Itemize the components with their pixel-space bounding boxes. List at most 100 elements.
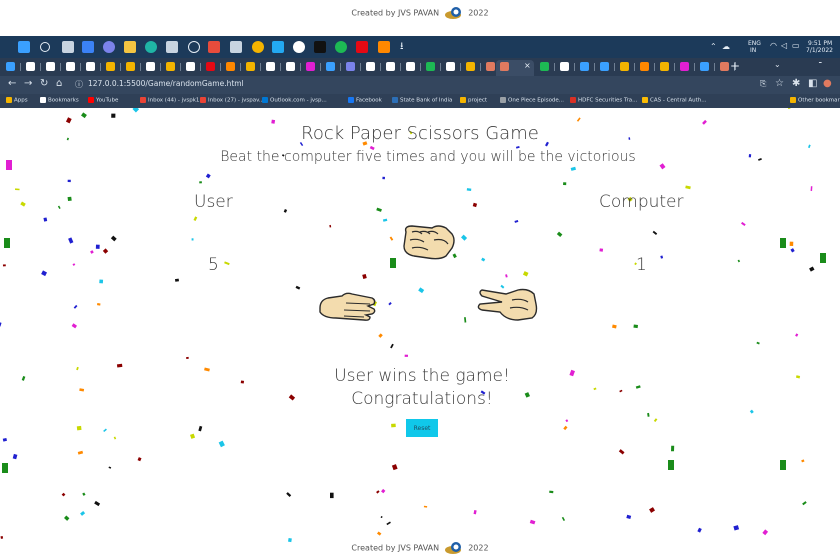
clock-time[interactable]: 9:51 PM — [808, 40, 832, 47]
clock-icon[interactable] — [188, 41, 200, 53]
netflix-icon[interactable] — [356, 41, 368, 53]
tab-favicon-icon[interactable] — [466, 62, 475, 71]
photos-icon[interactable] — [230, 41, 242, 53]
tab-separator — [574, 63, 575, 71]
download-icon[interactable]: ⭳ — [400, 41, 412, 53]
tab-favicon-icon[interactable] — [620, 62, 629, 71]
tab-favicon-icon[interactable] — [640, 62, 649, 71]
task-view-icon[interactable] — [62, 41, 74, 53]
tab-favicon-icon[interactable] — [146, 62, 155, 71]
file-explorer-icon[interactable] — [82, 41, 94, 53]
reset-button[interactable]: Reset — [406, 419, 438, 437]
tab-search-icon[interactable]: ⌄ — [774, 60, 781, 69]
tab-favicon-icon[interactable] — [186, 62, 195, 71]
tab-favicon-icon[interactable] — [426, 62, 435, 71]
close-tab-icon[interactable]: × — [524, 61, 531, 70]
profile-avatar[interactable]: ● — [823, 78, 832, 89]
tab-favicon-icon[interactable] — [720, 62, 729, 71]
search-icon[interactable] — [40, 42, 50, 52]
vscode-icon[interactable] — [272, 41, 284, 53]
window-controls-icon[interactable]: ⁃ — [818, 59, 823, 69]
bookmark-item[interactable]: Facebook — [348, 97, 382, 104]
language-bottom[interactable]: IN — [750, 47, 756, 54]
tab-favicon-icon[interactable] — [6, 62, 15, 71]
bookmark-item[interactable]: Outlook.com - jvsp... — [262, 97, 327, 104]
tab-favicon-icon[interactable] — [366, 62, 375, 71]
back-icon[interactable]: ← — [8, 78, 16, 89]
share-icon[interactable]: ⎘ — [760, 79, 766, 89]
reload-icon[interactable]: ↻ — [40, 78, 48, 89]
tab-favicon-icon[interactable] — [700, 62, 709, 71]
bookmark-item[interactable]: Apps — [6, 97, 28, 104]
tab-favicon-icon[interactable] — [26, 62, 35, 71]
confetti-layer — [0, 108, 826, 543]
onedrive-icon[interactable]: ☁ — [722, 43, 730, 51]
tab-favicon-icon[interactable] — [560, 62, 569, 71]
terminal-icon[interactable] — [314, 41, 326, 53]
tab-favicon-icon[interactable] — [580, 62, 589, 71]
spotify-icon[interactable] — [335, 41, 347, 53]
scissors-hand-icon[interactable] — [476, 284, 540, 324]
extensions-icon[interactable]: ✱ — [792, 78, 800, 89]
tab-favicon-icon[interactable] — [306, 62, 315, 71]
bookmark-item[interactable]: HDFC Securities Tra... — [570, 97, 637, 104]
chrome-icon[interactable] — [252, 41, 264, 53]
sidebar-icon[interactable]: ◧ — [808, 78, 817, 89]
edge-icon[interactable] — [145, 41, 157, 53]
windows-start-icon[interactable] — [18, 41, 30, 53]
tab-favicon-icon[interactable] — [660, 62, 669, 71]
tab-favicon-icon[interactable] — [680, 62, 689, 71]
clock-date[interactable]: 7/1/2022 — [806, 47, 833, 54]
tab-favicon-icon[interactable] — [266, 62, 275, 71]
bookmark-item[interactable]: Inbox (44) - jvspk1... — [140, 97, 205, 104]
mail-icon[interactable] — [208, 41, 220, 53]
language-top[interactable]: ENG — [748, 40, 761, 47]
tab-favicon-icon[interactable] — [66, 62, 75, 71]
tab-favicon-icon[interactable] — [246, 62, 255, 71]
tab-favicon-icon[interactable] — [326, 62, 335, 71]
paper-hand-icon[interactable] — [316, 290, 378, 322]
bookmark-item[interactable]: Other bookmarks — [790, 97, 840, 104]
tab-favicon-icon[interactable] — [126, 62, 135, 71]
volume-icon[interactable]: ◁ — [781, 42, 787, 50]
tab-favicon-icon[interactable] — [46, 62, 55, 71]
tab-favicon-icon[interactable] — [106, 62, 115, 71]
tray-chevron-icon[interactable]: ⌃ — [710, 43, 717, 51]
bookmark-item[interactable]: CAS - Central Auth... — [642, 97, 707, 104]
rock-hand-icon[interactable] — [398, 222, 458, 262]
confetti-piece — [2, 264, 6, 267]
bookmark-item[interactable]: project — [460, 97, 487, 104]
site-info-icon[interactable]: ⓘ — [75, 79, 83, 90]
tab-favicon-icon[interactable] — [486, 62, 495, 71]
bookmark-item[interactable]: Bookmarks — [40, 97, 79, 104]
bookmark-item[interactable]: State Bank of India — [392, 97, 452, 104]
tab-favicon-icon[interactable] — [86, 62, 95, 71]
new-tab-button[interactable]: + — [730, 59, 740, 73]
github-icon[interactable] — [293, 41, 305, 53]
tab-favicon-icon[interactable] — [346, 62, 355, 71]
confetti-piece — [191, 238, 194, 241]
home-icon[interactable]: ⌂ — [56, 78, 62, 89]
tab-favicon-icon[interactable] — [446, 62, 455, 71]
tab-favicon-icon[interactable] — [166, 62, 175, 71]
chat-icon[interactable] — [103, 41, 115, 53]
tab-favicon-icon[interactable] — [286, 62, 295, 71]
url-input[interactable]: 127.0.0.1:5500/Game/randomGame.html — [88, 79, 244, 88]
bookmark-item[interactable]: One Piece Episode... — [500, 97, 564, 104]
tab-favicon-icon[interactable] — [226, 62, 235, 71]
tab-favicon-icon[interactable] — [386, 62, 395, 71]
bookmark-star-icon[interactable]: ☆ — [775, 78, 784, 89]
forward-icon[interactable]: → — [24, 78, 32, 89]
calculator-icon[interactable] — [166, 41, 178, 53]
active-tab-favicon-icon[interactable] — [500, 62, 509, 71]
bookmark-item[interactable]: YouTube — [88, 97, 118, 104]
tab-favicon-icon[interactable] — [540, 62, 549, 71]
wifi-icon[interactable]: ◠ — [770, 42, 777, 50]
tab-favicon-icon[interactable] — [406, 62, 415, 71]
folder-icon[interactable] — [124, 41, 136, 53]
bookmark-item[interactable]: Inbox (27) - jvspav... — [200, 97, 264, 104]
vlc-icon[interactable] — [378, 41, 390, 53]
tab-favicon-icon[interactable] — [206, 62, 215, 71]
tab-favicon-icon[interactable] — [600, 62, 609, 71]
battery-icon[interactable]: ▭ — [792, 42, 800, 50]
